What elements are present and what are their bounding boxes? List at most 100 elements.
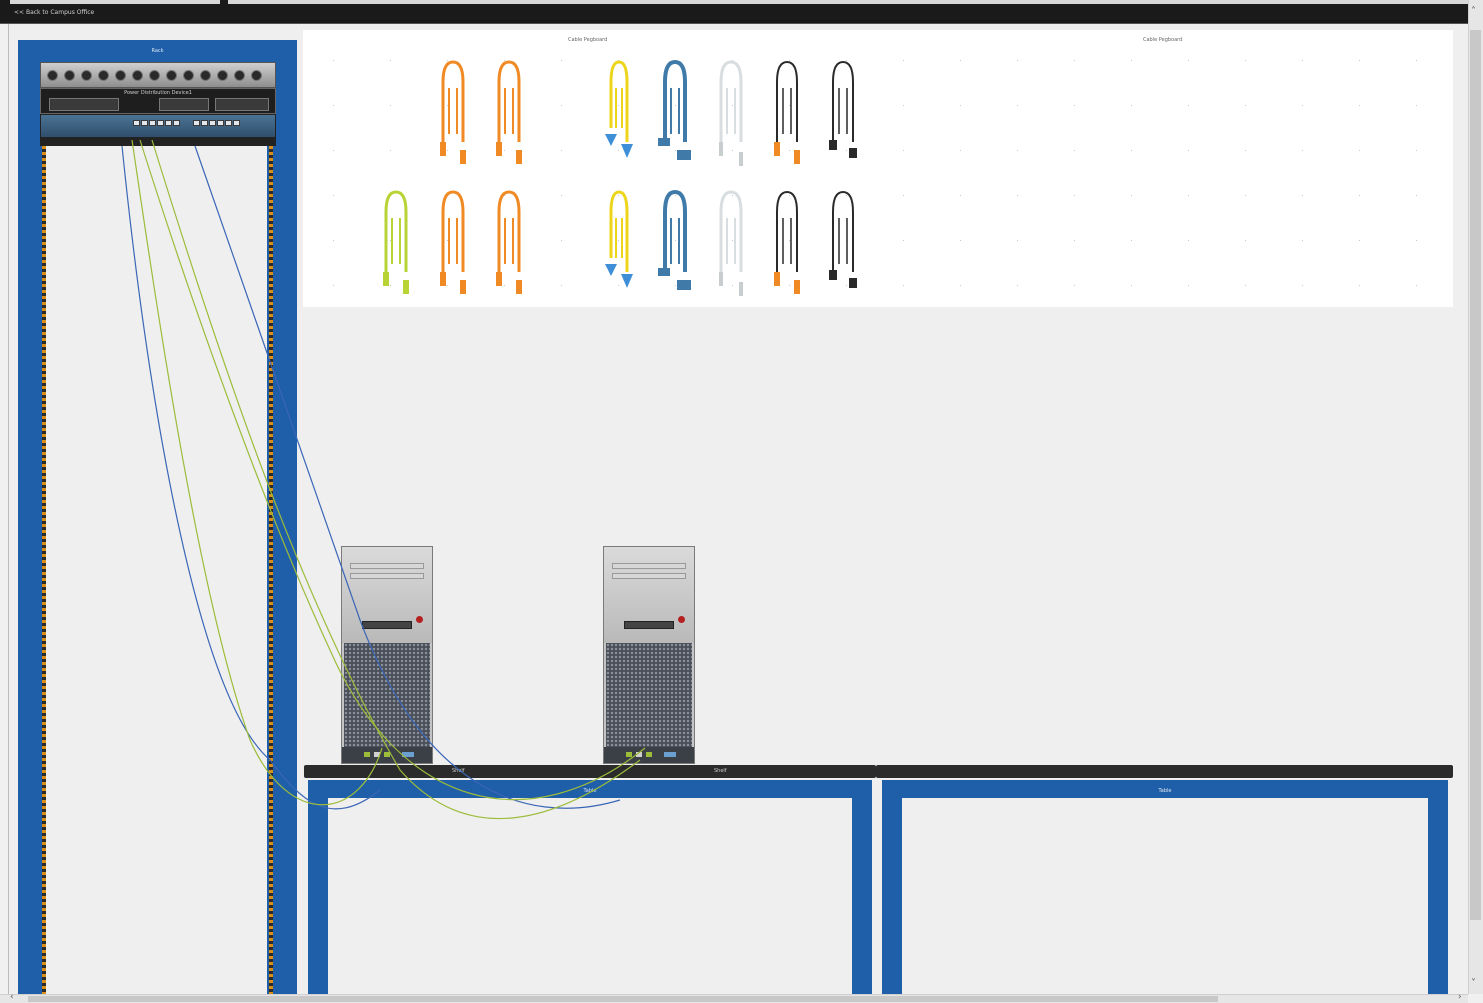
physical-workspace-window: << Back to Campus Office Rack Power Dist… — [0, 0, 1483, 1003]
scroll-left-icon[interactable]: ‹ — [10, 992, 14, 1002]
switch-port[interactable] — [165, 120, 172, 126]
pc-port[interactable] — [646, 752, 652, 757]
pegboard-hole — [333, 285, 334, 286]
pc-port[interactable] — [384, 752, 390, 757]
yellow-usb-cable-icon[interactable] — [601, 58, 637, 168]
pegboard-hole — [333, 105, 334, 106]
patch-port[interactable] — [98, 70, 109, 81]
switch-port[interactable] — [141, 120, 148, 126]
pc-port[interactable] — [636, 752, 642, 757]
pc-front-panel — [342, 547, 432, 643]
scroll-right-icon[interactable]: › — [1458, 992, 1462, 1002]
white-coaxial-cable-icon[interactable] — [713, 188, 749, 298]
patch-port[interactable] — [64, 70, 75, 81]
patch-port[interactable] — [81, 70, 92, 81]
switch-port[interactable] — [193, 120, 200, 126]
switch-port[interactable] — [133, 120, 140, 126]
pdu-outlet-block — [159, 98, 209, 111]
pegboard-hole — [903, 60, 904, 61]
switch-port[interactable] — [149, 120, 156, 126]
pegboard-hole — [1416, 195, 1417, 196]
black-phone-cable-icon[interactable] — [825, 58, 861, 168]
patch-port[interactable] — [217, 70, 228, 81]
pc-console-port[interactable] — [402, 752, 414, 757]
orange-straight-cable-icon[interactable] — [435, 58, 471, 168]
pc-ethernet-port[interactable] — [626, 752, 632, 757]
rack[interactable]: Rack — [18, 40, 297, 995]
pegboard-hole — [1416, 60, 1417, 61]
patch-port[interactable] — [234, 70, 245, 81]
shelf-label: Shelf — [452, 768, 465, 774]
cable-pegboard: Cable Pegboard Cable Pegboard — [303, 30, 1453, 307]
segment-tick — [10, 0, 220, 4]
steelblue-serial-cable-icon[interactable] — [657, 188, 693, 298]
black-fiber-cable-icon[interactable] — [769, 188, 805, 298]
pegboard-hole — [1359, 195, 1360, 196]
switch-port[interactable] — [209, 120, 216, 126]
network-switch[interactable] — [40, 114, 276, 138]
pc-port[interactable] — [374, 752, 380, 757]
patch-panel[interactable] — [40, 62, 276, 88]
switch-port[interactable] — [217, 120, 224, 126]
back-to-campus-office-link[interactable]: << Back to Campus Office — [14, 9, 94, 16]
black-fiber-cable-icon[interactable] — [769, 58, 805, 168]
switch-port[interactable] — [201, 120, 208, 126]
pegboard-hole — [903, 240, 904, 241]
table-1[interactable]: Table — [308, 780, 872, 995]
patch-port[interactable] — [47, 70, 58, 81]
patch-port[interactable] — [115, 70, 126, 81]
orange-crossover-cable-icon[interactable] — [491, 58, 527, 168]
pc-io-panel[interactable] — [604, 747, 694, 763]
patch-port[interactable] — [183, 70, 194, 81]
table-2[interactable]: Table — [882, 780, 1448, 995]
pc-vent-grill — [606, 643, 692, 749]
orange-crossover-cable-icon[interactable] — [491, 188, 527, 298]
switch-port[interactable] — [233, 120, 240, 126]
pegboard-hole — [1245, 150, 1246, 151]
power-button-icon[interactable] — [416, 616, 423, 623]
black-phone-cable-icon[interactable] — [825, 188, 861, 298]
pc-io-panel[interactable] — [342, 747, 432, 763]
pc-drive-bay — [612, 563, 686, 569]
patch-port[interactable] — [200, 70, 211, 81]
table-title: Table — [583, 788, 597, 794]
scroll-up-icon[interactable]: ˄ — [1471, 6, 1476, 17]
pegboard-hole — [1017, 240, 1018, 241]
table-top-2[interactable] — [876, 765, 1453, 778]
steelblue-serial-cable-icon[interactable] — [657, 58, 693, 168]
patch-port[interactable] — [251, 70, 262, 81]
lime-straight-cable-icon[interactable] — [378, 188, 414, 298]
table-top-1[interactable]: Shelf Shelf — [304, 765, 876, 778]
orange-straight-cable-icon[interactable] — [435, 188, 471, 298]
power-distribution-device[interactable]: Power Distribution Device1 — [40, 88, 276, 114]
yellow-usb-cable-icon[interactable] — [601, 188, 637, 298]
switch-chassis-bottom — [40, 138, 276, 146]
patch-port[interactable] — [132, 70, 143, 81]
pegboard-hole — [1416, 285, 1417, 286]
segment-tick — [1278, 0, 1483, 4]
pc-vent-grill — [344, 643, 430, 749]
switch-port[interactable] — [173, 120, 180, 126]
segment-tick — [438, 0, 648, 4]
patch-port[interactable] — [166, 70, 177, 81]
pc-tower-2[interactable] — [603, 546, 695, 764]
pc-tower-1[interactable] — [341, 546, 433, 764]
switch-port[interactable] — [225, 120, 232, 126]
pdu-outlet-block — [49, 98, 119, 111]
pc-ethernet-port[interactable] — [364, 752, 370, 757]
pc-console-port[interactable] — [664, 752, 676, 757]
pc-optical-drive — [624, 621, 674, 629]
pc-drive-bay — [350, 573, 424, 579]
power-button-icon[interactable] — [678, 616, 685, 623]
rack-title: Rack — [151, 48, 164, 54]
vertical-scroll-thumb[interactable] — [1470, 30, 1481, 920]
white-coaxial-cable-icon[interactable] — [713, 58, 749, 168]
switch-port[interactable] — [157, 120, 164, 126]
scroll-down-icon[interactable]: ˅ — [1471, 978, 1476, 989]
pegboard-hole — [390, 150, 391, 151]
horizontal-scroll-thumb[interactable] — [28, 996, 1218, 1002]
segment-tick — [1068, 0, 1278, 4]
pegboard-hole — [1245, 195, 1246, 196]
patch-port[interactable] — [149, 70, 160, 81]
pegboard-hole — [1074, 195, 1075, 196]
